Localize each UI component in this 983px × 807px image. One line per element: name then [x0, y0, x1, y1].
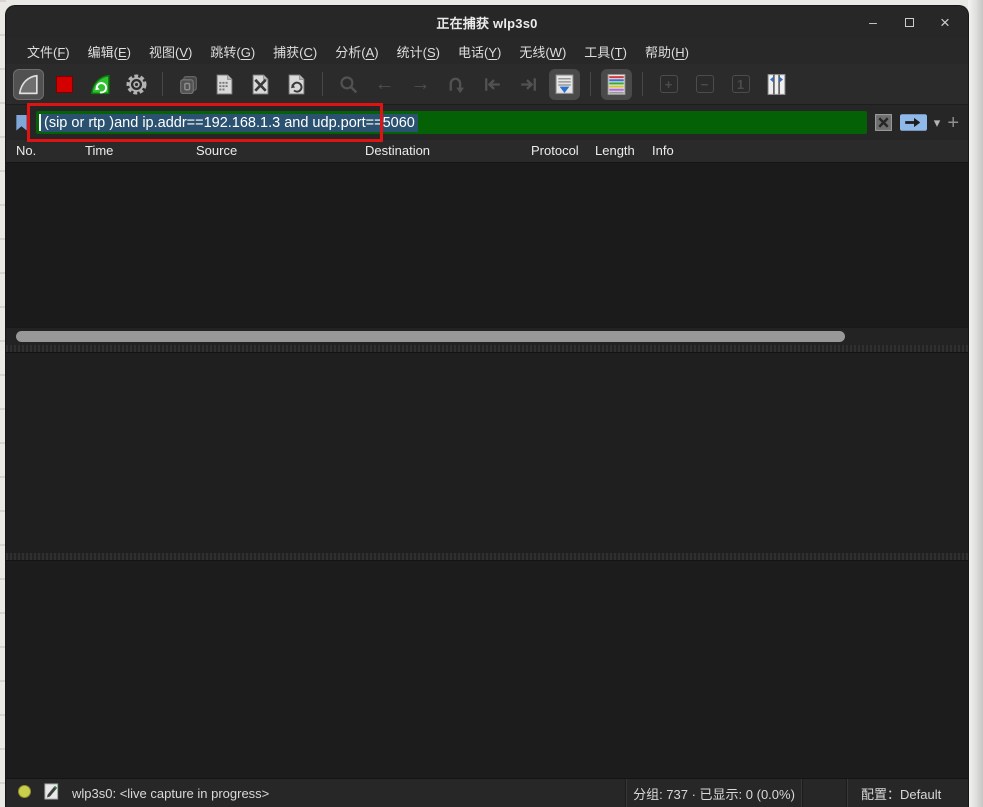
- column-header-no[interactable]: No.: [16, 143, 36, 158]
- main-toolbar: ←→ +−1: [6, 64, 968, 105]
- go-forward-button: →: [405, 69, 436, 100]
- column-header-info[interactable]: Info: [652, 143, 674, 158]
- menu-analyze[interactable]: 分析(A): [326, 39, 387, 64]
- capture-options-button[interactable]: [121, 69, 152, 100]
- profile-section[interactable]: 配置：Default: [846, 779, 968, 807]
- start-capture-button[interactable]: [13, 69, 44, 100]
- menu-statistics[interactable]: 统计(S): [388, 39, 449, 64]
- maximize-button[interactable]: [898, 11, 920, 33]
- wireshark-window: 正在捕获 wlp3s0 –× 文件(F)编辑(E)视图(V)跳转(G)捕获(C)…: [6, 6, 968, 807]
- packet-list-pane[interactable]: [6, 163, 968, 327]
- zoom-out-button: −: [689, 69, 720, 100]
- zoom-normal-button: 1: [725, 69, 756, 100]
- titlebar[interactable]: 正在捕获 wlp3s0 –×: [6, 6, 968, 38]
- column-header-time[interactable]: Time: [85, 143, 113, 158]
- packet-counts-section: 分组: 737 · 已显示: 0 (0.0%): [625, 779, 803, 807]
- filter-bar: (sip or rtp )and ip.addr==192.168.1.3 an…: [6, 105, 968, 140]
- menu-wireless[interactable]: 无线(W): [510, 39, 575, 64]
- column-header-source[interactable]: Source: [196, 143, 237, 158]
- packet-bytes-pane[interactable]: [6, 560, 968, 778]
- toolbar-separator: [642, 72, 643, 96]
- expert-info-icon[interactable]: [18, 785, 31, 801]
- status-bar: wlp3s0: <live capture in progress> 分组: 7…: [6, 778, 968, 807]
- window-title: 正在捕获 wlp3s0: [436, 13, 537, 32]
- menu-view[interactable]: 视图(V): [140, 39, 201, 64]
- find-packet-button: [333, 69, 364, 100]
- close-file-button[interactable]: [245, 69, 276, 100]
- menu-help[interactable]: 帮助(H): [636, 39, 698, 64]
- colorize-button[interactable]: [601, 69, 632, 100]
- resize-columns-button[interactable]: [761, 69, 792, 100]
- filter-buttons: ▾+: [874, 113, 959, 133]
- menu-edit[interactable]: 编辑(E): [79, 39, 140, 64]
- open-file-button[interactable]: [173, 69, 204, 100]
- menu-file[interactable]: 文件(F): [18, 39, 79, 64]
- filter-add-button[interactable]: +: [947, 113, 959, 133]
- stop-capture-button[interactable]: [49, 69, 80, 100]
- status-left: wlp3s0: <live capture in progress>: [18, 779, 269, 807]
- first-packet-button: [477, 69, 508, 100]
- capture-comment-icon[interactable]: [42, 782, 61, 804]
- restart-capture-button[interactable]: [85, 69, 116, 100]
- toolbar-separator: [162, 72, 163, 96]
- filter-dropdown-button[interactable]: ▾: [934, 115, 941, 131]
- filter-clear-button[interactable]: [874, 113, 893, 132]
- horizontal-scrollbar[interactable]: [6, 327, 968, 345]
- packet-details-pane[interactable]: [6, 352, 968, 553]
- column-header-protocol[interactable]: Protocol: [531, 143, 579, 158]
- pane-splitter-1[interactable]: [6, 345, 968, 352]
- minimize-button[interactable]: –: [862, 11, 884, 33]
- menu-capture[interactable]: 捕获(C): [264, 39, 326, 64]
- go-back-button: ←: [369, 69, 400, 100]
- interface-status-text: wlp3s0: <live capture in progress>: [72, 786, 269, 801]
- menu-go[interactable]: 跳转(G): [201, 39, 264, 64]
- close-button[interactable]: ×: [934, 11, 956, 33]
- pane-splitter-2[interactable]: [6, 553, 968, 560]
- last-packet-button: [513, 69, 544, 100]
- desktop-background-right: [968, 0, 983, 807]
- menu-bar: 文件(F)编辑(E)视图(V)跳转(G)捕获(C)分析(A)统计(S)电话(Y)…: [6, 38, 968, 64]
- reload-file-button[interactable]: [281, 69, 312, 100]
- window-controls: –×: [862, 6, 956, 38]
- column-header-length[interactable]: Length: [595, 143, 635, 158]
- filter-bookmark-icon[interactable]: [14, 113, 29, 133]
- auto-scroll-button[interactable]: [549, 69, 580, 100]
- zoom-in-button: +: [653, 69, 684, 100]
- go-to-packet-button: [441, 69, 472, 100]
- toolbar-separator: [590, 72, 591, 96]
- display-filter-input[interactable]: (sip or rtp )and ip.addr==192.168.1.3 an…: [36, 111, 867, 134]
- save-file-button[interactable]: [209, 69, 240, 100]
- menu-tools[interactable]: 工具(T): [575, 39, 636, 64]
- profile-text: 配置：Default: [861, 784, 941, 803]
- toolbar-separator: [322, 72, 323, 96]
- menu-telephony[interactable]: 电话(Y): [449, 39, 510, 64]
- filter-apply-button[interactable]: [900, 114, 927, 131]
- scrollbar-thumb[interactable]: [16, 331, 845, 342]
- packet-list-header: No. Time Source Destination Protocol Length In…: [6, 140, 968, 163]
- packet-counts-text: 分组: 737 · 已显示: 0 (0.0%): [633, 784, 795, 803]
- column-header-destination[interactable]: Destination: [365, 143, 430, 158]
- filter-expression-text: (sip or rtp )and ip.addr==192.168.1.3 an…: [41, 114, 418, 132]
